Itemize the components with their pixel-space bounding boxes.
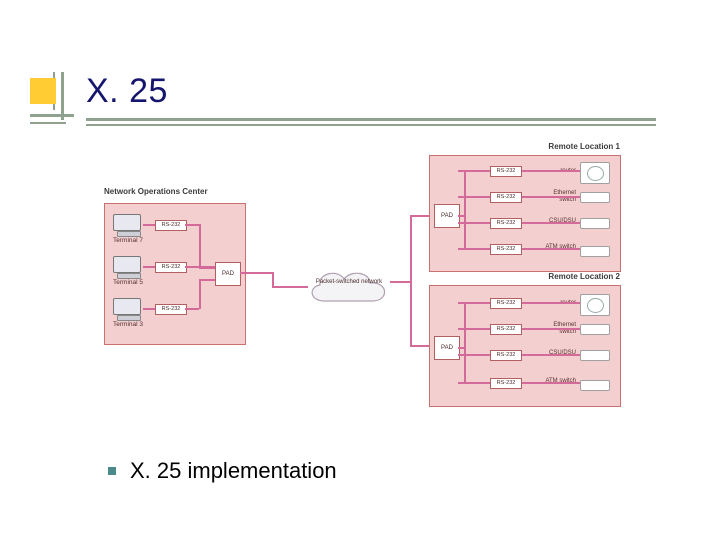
pad-box: PAD xyxy=(215,262,241,286)
pad-box: PAD xyxy=(434,336,460,360)
iface-label: RS-232 xyxy=(490,350,522,361)
terminal-label: Terminal 7 xyxy=(113,237,143,244)
cloud-label: Packet-switched network xyxy=(304,279,394,286)
bullet-text: X. 25 implementation xyxy=(130,458,337,484)
remote2-title: Remote Location 2 xyxy=(430,272,620,281)
x25-diagram: Network Operations Center RS-232 RS-232 … xyxy=(104,155,624,415)
slide-title: X. 25 xyxy=(86,72,168,111)
terminal-label: Terminal 3 xyxy=(113,321,143,328)
iface-label: RS-232 xyxy=(155,262,187,273)
cloud-icon xyxy=(304,265,394,311)
iface-label: RS-232 xyxy=(490,244,522,255)
cloud-network: Packet-switched network xyxy=(304,265,394,311)
iface-label: RS-232 xyxy=(490,166,522,177)
iface-label: RS-232 xyxy=(155,220,187,231)
title-underline xyxy=(86,118,656,121)
slide: X. 25 Network Operations Center RS-232 R… xyxy=(0,0,720,540)
title-bullet-icon xyxy=(30,72,80,122)
remote2-panel: Remote Location 2 PAD RS-232 RS-232 RS-2… xyxy=(429,285,621,407)
csudsu-icon xyxy=(580,350,610,361)
router-icon xyxy=(580,162,610,184)
iface-label: RS-232 xyxy=(490,298,522,309)
csudsu-icon xyxy=(580,218,610,229)
noc-panel: RS-232 RS-232 RS-232 Terminal 7 Terminal… xyxy=(104,203,246,345)
title-underline-thin xyxy=(86,124,656,126)
terminal-label: Terminal 5 xyxy=(113,279,143,286)
atm-switch-icon xyxy=(580,380,610,391)
router-icon xyxy=(580,294,610,316)
switch-icon xyxy=(580,324,610,335)
terminal-icon xyxy=(113,256,143,278)
remote1-panel: Remote Location 1 PAD RS-232 RS-232 RS-2… xyxy=(429,155,621,272)
remote1-title: Remote Location 1 xyxy=(430,142,620,151)
iface-label: RS-232 xyxy=(490,192,522,203)
switch-icon xyxy=(580,192,610,203)
bullet-icon xyxy=(108,467,116,475)
iface-label: RS-232 xyxy=(490,378,522,389)
iface-label: RS-232 xyxy=(490,218,522,229)
terminal-icon xyxy=(113,298,143,320)
iface-label: RS-232 xyxy=(155,304,187,315)
noc-title: Network Operations Center xyxy=(104,187,244,196)
terminal-icon xyxy=(113,214,143,236)
atm-switch-icon xyxy=(580,246,610,257)
pad-box: PAD xyxy=(434,204,460,228)
iface-label: RS-232 xyxy=(490,324,522,335)
